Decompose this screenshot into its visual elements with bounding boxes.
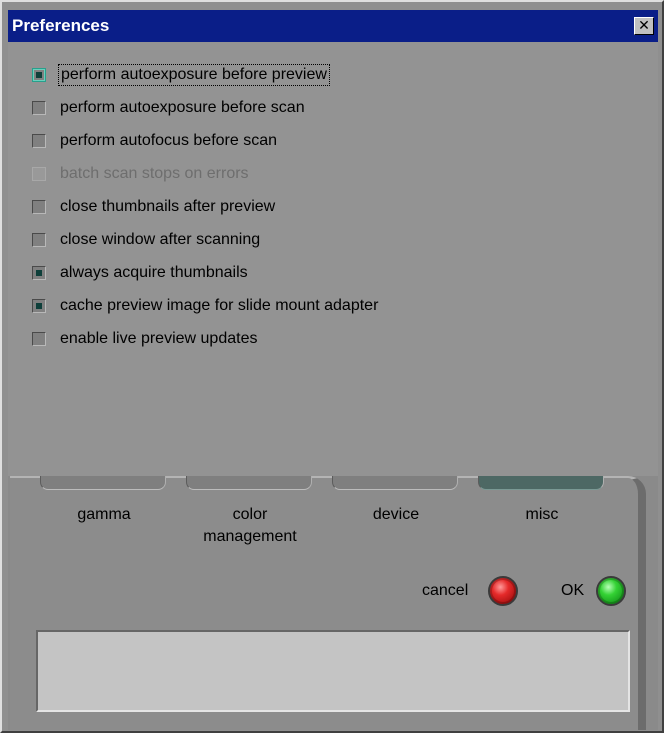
tab-color-management[interactable]	[186, 476, 312, 490]
preferences-window: Preferences ✕ perform autoexposure befor…	[0, 0, 664, 733]
option-label: batch scan stops on errors	[60, 165, 249, 182]
dialog-body: perform autoexposure before preview perf…	[8, 42, 658, 730]
option-row[interactable]: close thumbnails after preview	[32, 196, 275, 218]
option-row[interactable]: perform autofocus before scan	[32, 130, 277, 152]
status-area	[36, 630, 630, 712]
option-label: close thumbnails after preview	[60, 198, 276, 215]
option-row[interactable]: enable live preview updates	[32, 328, 257, 350]
checkbox[interactable]	[32, 68, 46, 82]
option-label: perform autoexposure before preview	[58, 64, 330, 86]
checkbox[interactable]	[32, 167, 46, 181]
option-row[interactable]: close window after scanning	[32, 229, 260, 251]
option-row[interactable]: cache preview image for slide mount adap…	[32, 295, 378, 317]
tab-misc-label[interactable]: misc	[472, 504, 612, 526]
checkbox[interactable]	[32, 266, 46, 280]
option-row[interactable]: perform autoexposure before scan	[32, 97, 305, 119]
option-row[interactable]: perform autoexposure before preview	[32, 64, 330, 86]
tab-color-management-label[interactable]: color management	[180, 504, 320, 548]
cancel-label[interactable]: cancel	[422, 582, 468, 600]
tab-device-label[interactable]: device	[326, 504, 466, 526]
tab-misc[interactable]	[478, 476, 604, 490]
checkbox[interactable]	[32, 200, 46, 214]
ok-button[interactable]	[596, 576, 626, 606]
title-bar[interactable]: Preferences ✕	[8, 10, 658, 42]
checkbox[interactable]	[32, 134, 46, 148]
tab-gamma[interactable]	[40, 476, 166, 490]
option-row[interactable]: always acquire thumbnails	[32, 262, 248, 284]
ok-label[interactable]: OK	[561, 582, 584, 600]
option-label: cache preview image for slide mount adap…	[60, 297, 379, 314]
cancel-button[interactable]	[488, 576, 518, 606]
checkbox[interactable]	[32, 101, 46, 115]
option-label: close window after scanning	[60, 231, 261, 248]
checkbox[interactable]	[32, 299, 46, 313]
option-label: perform autoexposure before scan	[60, 99, 305, 116]
lower-panel-area: gamma color management device misc cance…	[8, 476, 658, 730]
control-panel: gamma color management device misc cance…	[10, 476, 646, 730]
checkbox[interactable]	[32, 332, 46, 346]
tab-gamma-label[interactable]: gamma	[34, 504, 174, 526]
window-title: Preferences	[12, 16, 110, 35]
close-button[interactable]: ✕	[634, 17, 654, 35]
option-label: always acquire thumbnails	[60, 264, 248, 281]
option-row[interactable]: batch scan stops on errors	[32, 163, 249, 185]
option-label: perform autofocus before scan	[60, 132, 278, 149]
option-label: enable live preview updates	[60, 330, 258, 347]
checkbox[interactable]	[32, 233, 46, 247]
close-icon: ✕	[638, 17, 650, 33]
tab-device[interactable]	[332, 476, 458, 490]
